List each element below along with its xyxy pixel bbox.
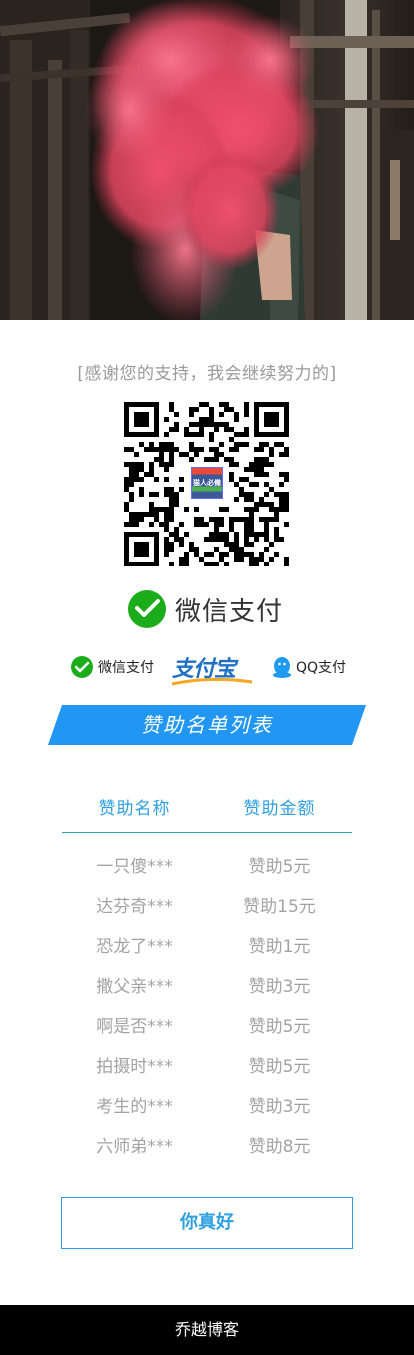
sponsor-amount: 赞助5元 bbox=[248, 856, 311, 877]
sponsor-amount: 赞助3元 bbox=[248, 976, 311, 997]
wechat-pay-label: 微信支付 bbox=[175, 596, 284, 627]
qr-badge-label: 猫人必備 bbox=[193, 479, 221, 487]
table-row: 拍摄时*** 赞助5元 bbox=[62, 1044, 352, 1084]
table-header: 赞助名称 赞助金额 bbox=[62, 786, 352, 833]
qr-center-badge: 猫人必備 bbox=[188, 464, 226, 502]
table-row: 达芬奇*** 赞助15元 bbox=[62, 884, 352, 924]
table-row: 一只傻*** 赞助5元 bbox=[62, 844, 352, 884]
payment-methods: 微信支付 支付宝 QQ支付 bbox=[0, 650, 414, 686]
table-row: 啊是否*** 赞助5元 bbox=[62, 1004, 352, 1044]
sponsor-name: 啊是否*** bbox=[96, 1016, 173, 1037]
header-sponsor-name: 赞助名称 bbox=[98, 799, 171, 819]
table-row: 六师弟*** 赞助8元 bbox=[62, 1124, 352, 1164]
table-row: 撒父亲*** 赞助3元 bbox=[62, 964, 352, 1004]
sponsor-amount: 赞助1元 bbox=[248, 936, 311, 957]
table-row: 恐龙了*** 赞助1元 bbox=[62, 924, 352, 964]
sponsor-name: 考生的*** bbox=[96, 1096, 173, 1117]
sponsor-amount: 赞助15元 bbox=[243, 896, 316, 917]
alipay-logo: 支付宝 bbox=[171, 651, 253, 686]
header-sponsor-amount: 赞助金额 bbox=[243, 799, 316, 819]
sponsor-amount: 赞助3元 bbox=[248, 1096, 311, 1117]
banner-title: 赞助名单列表 bbox=[141, 713, 273, 737]
sponsor-name: 六师弟*** bbox=[96, 1136, 173, 1157]
payment-wechat[interactable]: 微信支付 bbox=[70, 650, 154, 684]
sponsor-table: 赞助名称 赞助金额 一只傻*** 赞助5元 达芬奇*** 赞助15元 恐龙了**… bbox=[62, 786, 352, 1164]
payment-alipay[interactable]: 支付宝 bbox=[171, 650, 253, 686]
payment-qq[interactable]: QQ支付 bbox=[272, 650, 346, 684]
you-are-nice-button[interactable]: 你真好 bbox=[61, 1197, 353, 1249]
payment-wechat-label: 微信支付 bbox=[98, 660, 154, 676]
wechat-pay-brand: 微信支付 bbox=[127, 589, 283, 629]
sponsor-amount: 赞助5元 bbox=[248, 1016, 311, 1037]
sponsor-list-banner: 赞助名单列表 bbox=[48, 705, 366, 745]
sponsor-name: 拍摄时*** bbox=[96, 1056, 173, 1077]
hero-photo bbox=[0, 0, 414, 320]
qr-code: 猫人必備 bbox=[124, 402, 290, 566]
site-footer[interactable]: 乔越博客 bbox=[0, 1305, 414, 1355]
table-body: 一只傻*** 赞助5元 达芬奇*** 赞助15元 恐龙了*** 赞助1元 撒父亲… bbox=[62, 833, 352, 1164]
sponsor-name: 一只傻*** bbox=[96, 856, 173, 877]
sponsor-amount: 赞助5元 bbox=[248, 1056, 311, 1077]
photo-red-smoke-person bbox=[0, 0, 414, 320]
wechat-pay-icon bbox=[128, 590, 166, 628]
sponsor-name: 撒父亲*** bbox=[96, 976, 173, 997]
table-row: 考生的*** 赞助3元 bbox=[62, 1084, 352, 1124]
alipay-swoosh-icon bbox=[171, 678, 253, 686]
qq-icon bbox=[273, 657, 291, 678]
sponsor-amount: 赞助8元 bbox=[248, 1136, 311, 1157]
payment-qq-label: QQ支付 bbox=[296, 660, 347, 676]
sponsor-page: [感谢您的支持，我会继续努力的] 猫人必備 微信支付 微信支付 支付宝 QQ支付… bbox=[0, 0, 414, 1355]
sponsor-name: 达芬奇*** bbox=[96, 896, 173, 917]
sponsor-name: 恐龙了*** bbox=[96, 936, 173, 957]
thanks-message: [感谢您的支持，我会继续努力的] bbox=[77, 364, 337, 384]
wechat-icon bbox=[71, 656, 93, 678]
